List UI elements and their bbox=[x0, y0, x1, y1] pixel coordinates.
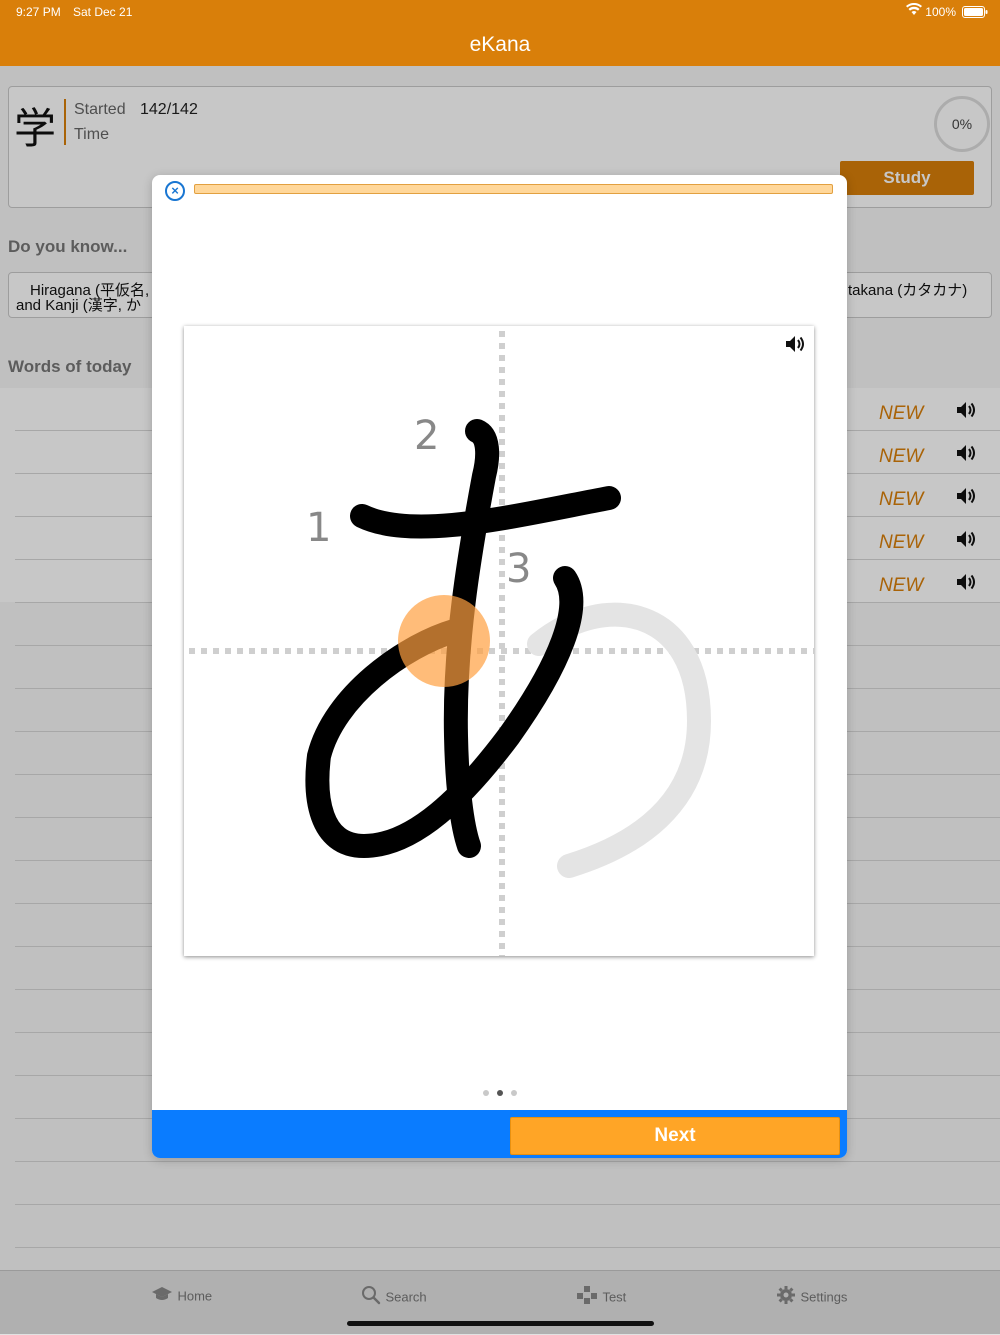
modal-footer: Next bbox=[152, 1110, 847, 1158]
status-bar: 9:27 PM Sat Dec 21 100% bbox=[0, 0, 1000, 24]
app-title: eKana bbox=[469, 33, 531, 56]
next-button[interactable]: Next bbox=[510, 1117, 840, 1155]
home-indicator bbox=[347, 1321, 654, 1326]
wifi-icon bbox=[906, 2, 922, 20]
status-date: Sat Dec 21 bbox=[73, 5, 133, 19]
drawing-canvas[interactable]: 1 2 3 bbox=[184, 326, 814, 956]
page-dot-active[interactable] bbox=[496, 1090, 503, 1096]
page-indicator bbox=[152, 1083, 847, 1101]
progress-bar bbox=[194, 184, 833, 194]
stroke-number-2: 2 bbox=[414, 413, 439, 459]
status-time: 9:27 PM bbox=[16, 5, 61, 19]
stroke-practice-modal: × 1 2 3 Next bbox=[152, 175, 847, 1158]
stroke-number-3: 3 bbox=[506, 546, 531, 592]
battery-percent: 100% bbox=[925, 5, 956, 19]
speaker-icon[interactable] bbox=[784, 334, 806, 359]
touch-marker bbox=[398, 595, 490, 687]
page-dot[interactable] bbox=[510, 1090, 517, 1096]
close-icon[interactable]: × bbox=[165, 181, 185, 201]
battery-icon bbox=[962, 6, 988, 21]
page-dot[interactable] bbox=[482, 1090, 489, 1096]
navigation-bar: eKana bbox=[0, 24, 1000, 66]
stroke-number-1: 1 bbox=[306, 505, 331, 551]
